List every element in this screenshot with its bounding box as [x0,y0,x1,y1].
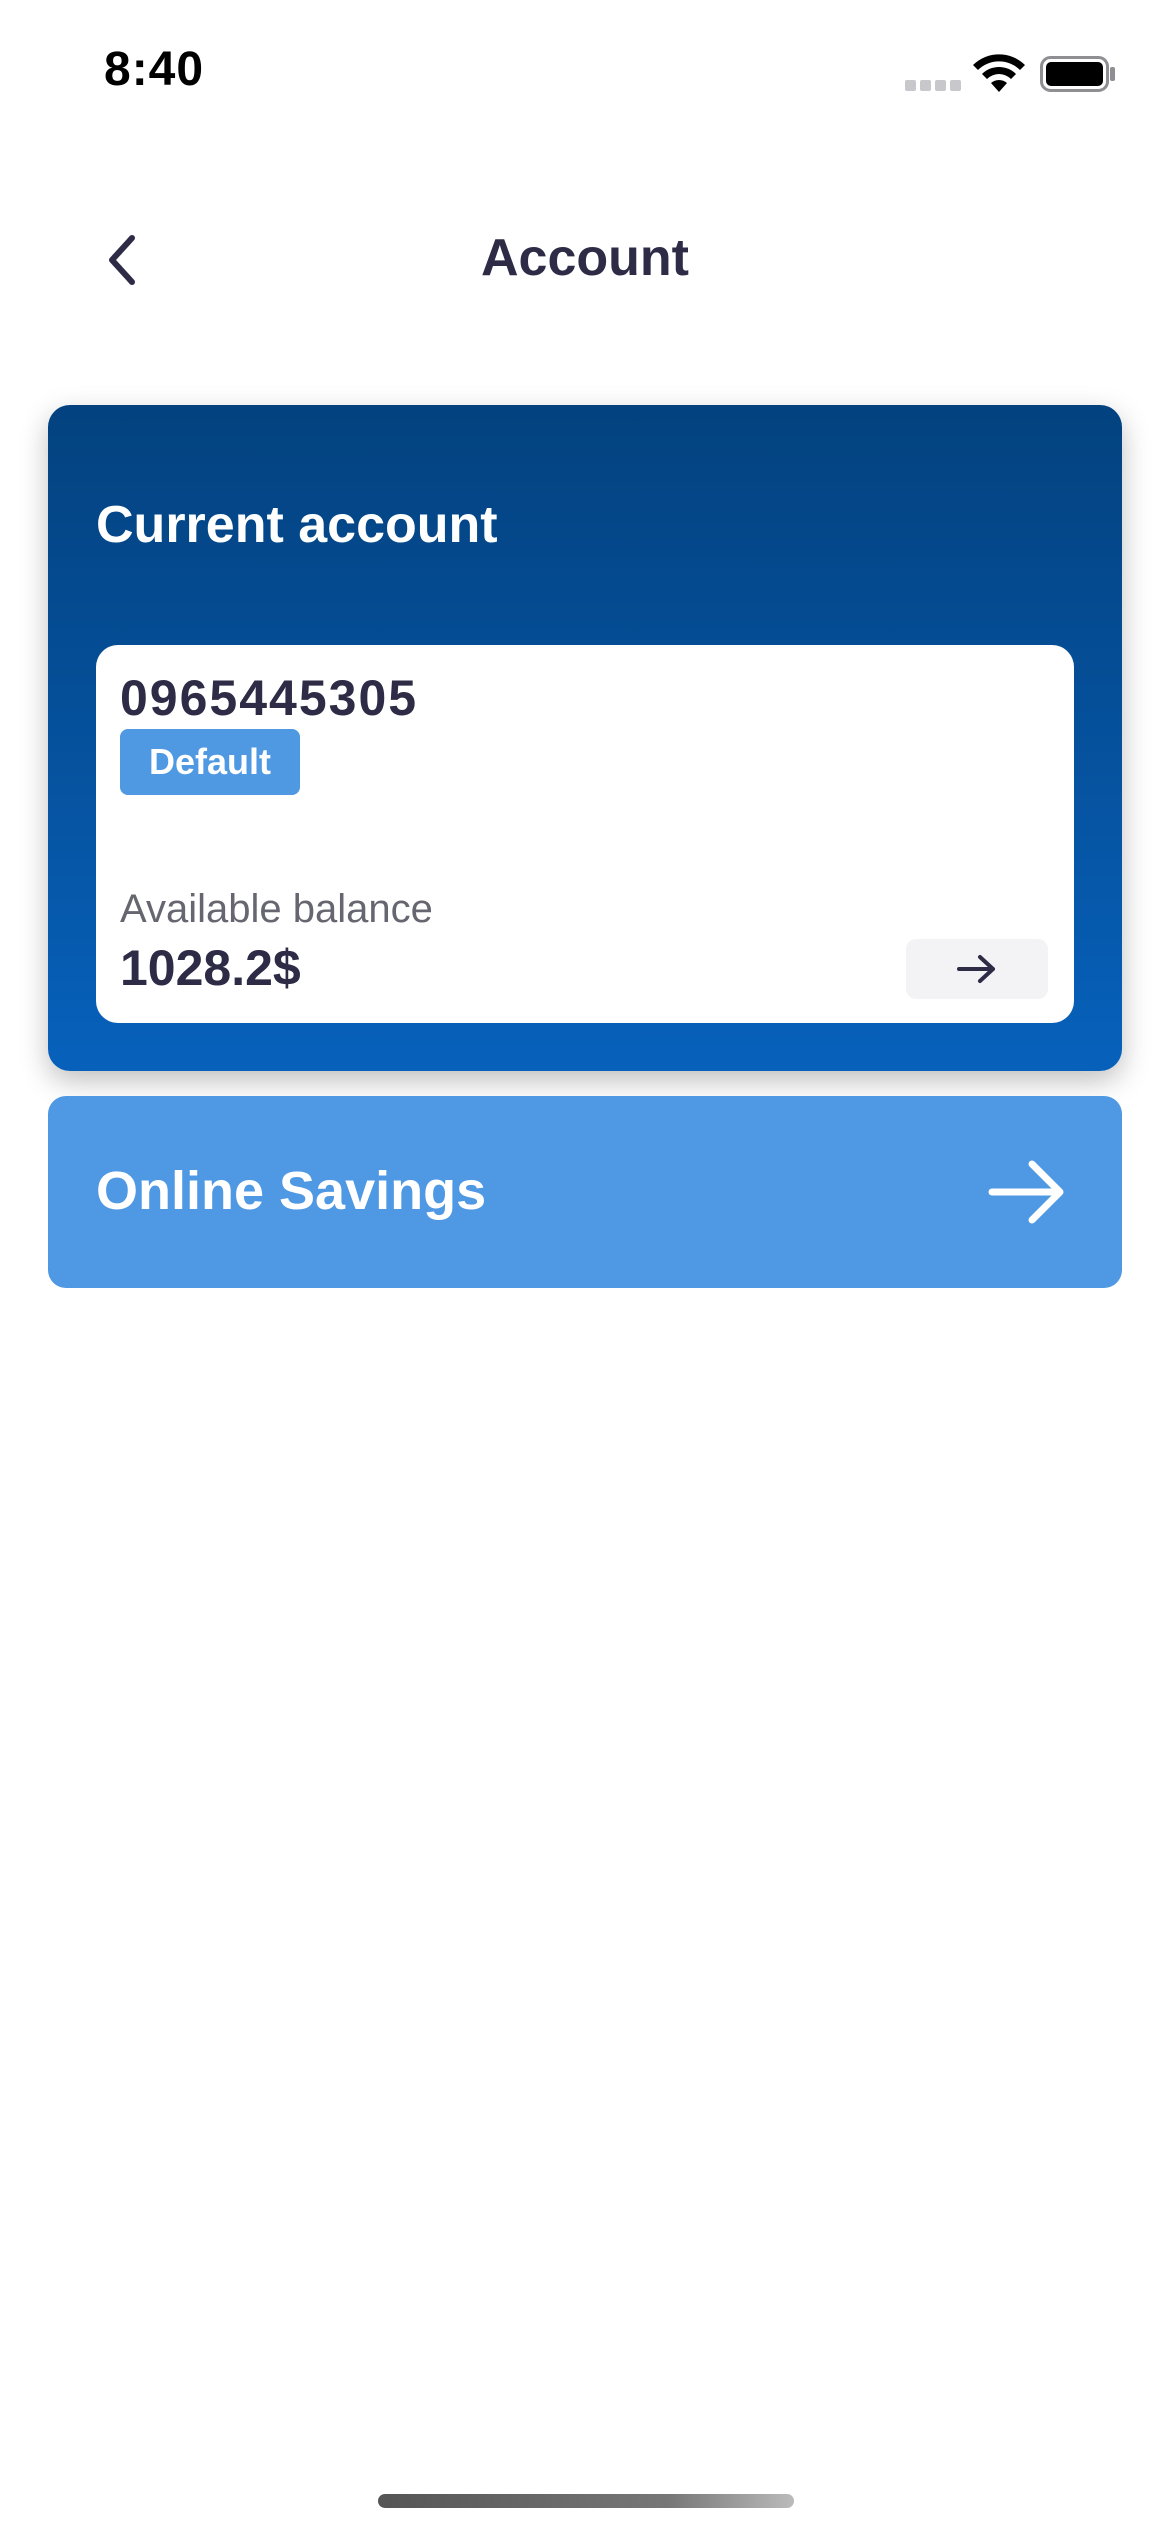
account-details-button[interactable] [906,939,1048,999]
balance-value: 1028.2$ [120,940,301,996]
wifi-icon [973,54,1025,92]
card-title: Current account [96,496,498,554]
battery-icon [1040,56,1115,92]
online-savings-button[interactable]: Online Savings [48,1096,1122,1288]
page-title: Account [481,229,689,287]
savings-label: Online Savings [96,1161,487,1221]
default-badge: Default [120,729,300,795]
balance-label: Available balance [120,887,433,931]
account-number: 0965445305 [120,670,419,726]
cellular-signal-icon [905,80,961,94]
current-account-card[interactable]: Current account 0965445305 Default Avail… [48,405,1122,1071]
account-details-card: 0965445305 Default Available balance 102… [96,645,1074,1023]
arrow-right-icon [988,1160,1064,1224]
home-indicator [378,2494,794,2508]
arrow-right-icon [957,955,995,983]
status-time: 8:40 [104,43,205,96]
account-screen: 8:40 Account Current account 0965445305 … [0,0,1170,2532]
